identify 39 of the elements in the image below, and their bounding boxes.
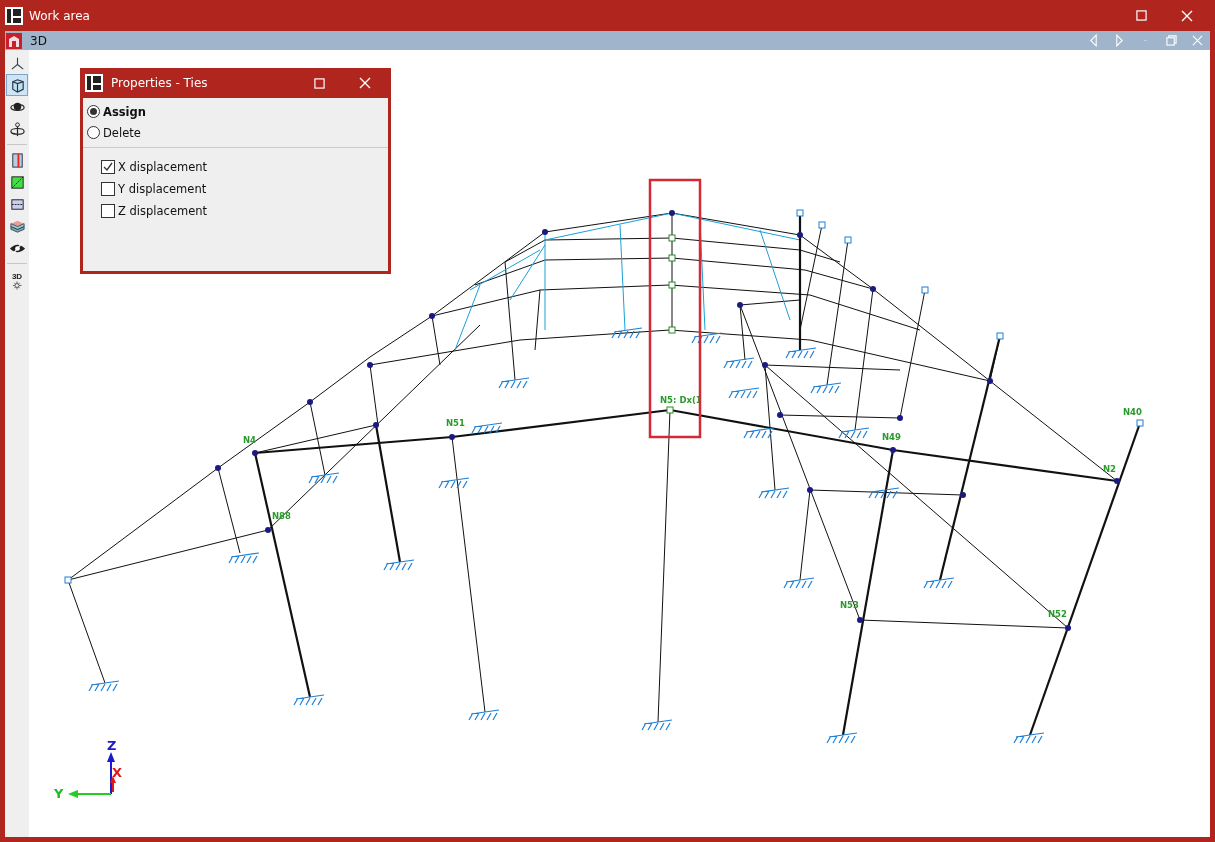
view-icon [6, 32, 22, 49]
close-icon [1191, 35, 1203, 46]
left-triangle-icon [1088, 34, 1098, 47]
radio-button[interactable] [87, 105, 100, 118]
plane-icon [8, 173, 26, 191]
node-label: N49 [882, 432, 901, 442]
square-icon [313, 77, 325, 89]
radio-label[interactable]: Assign [103, 104, 146, 119]
right-triangle-icon [1114, 34, 1124, 47]
panel-title: Properties - Ties [111, 76, 208, 90]
axis-label: X [112, 765, 123, 780]
radio-button[interactable] [87, 126, 100, 139]
y-axis-arrow [68, 790, 112, 798]
close-icon [359, 77, 371, 89]
gear-icon [12, 280, 22, 290]
node-label: N4 [243, 435, 257, 445]
close-icon [1181, 9, 1193, 22]
app-logo-icon [5, 6, 23, 25]
checkbox-label[interactable]: Z displacement [118, 204, 208, 218]
checkbox[interactable] [101, 204, 115, 218]
tool-button[interactable]: 3D [6, 268, 28, 294]
app-logo-icon [85, 74, 103, 92]
tool-button[interactable] [6, 74, 28, 96]
radio-label[interactable]: Delete [103, 125, 141, 140]
checkbox[interactable] [101, 160, 115, 174]
node-label: N40 [1123, 407, 1142, 417]
node-label: N51 [446, 418, 465, 428]
axis-label: Z [107, 738, 117, 753]
view-title: 3D [30, 33, 47, 48]
window-title: Work area [29, 8, 90, 23]
restore-icon [1165, 35, 1177, 46]
node-label: N2 [1103, 464, 1117, 474]
x-axis-arrow [110, 776, 116, 793]
checkbox-label[interactable]: X displacement [118, 160, 208, 174]
checkbox[interactable] [101, 182, 115, 196]
axis-label: Y [54, 786, 64, 801]
checkbox-label[interactable]: Y displacement [118, 182, 207, 196]
square-icon [1135, 10, 1147, 21]
pivot-icon [8, 120, 26, 138]
